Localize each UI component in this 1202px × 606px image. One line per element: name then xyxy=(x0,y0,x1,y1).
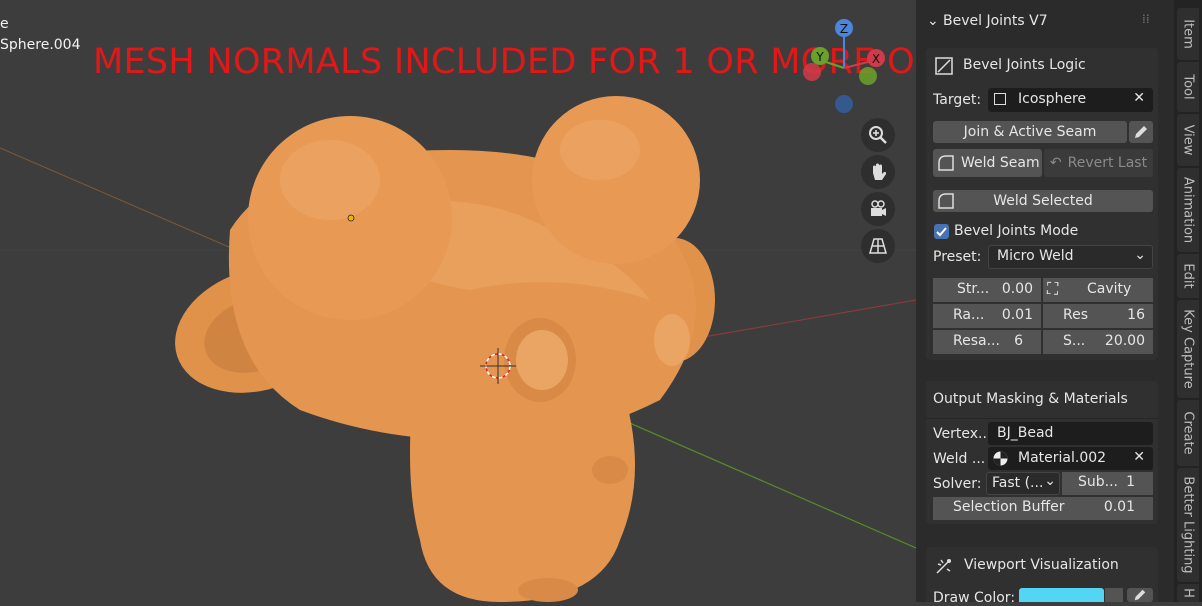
cavity-icon: ⛶ xyxy=(1047,279,1059,298)
selection-buffer-value: 0.01 xyxy=(1103,499,1135,515)
clear-target-icon[interactable]: ✕ xyxy=(1133,90,1145,106)
tab-item[interactable]: Item xyxy=(1177,8,1199,60)
origin-point xyxy=(347,214,355,222)
collapse-chevron-icon[interactable]: ⌄ xyxy=(927,13,939,29)
vertex-group-field[interactable]: BJ_Bead xyxy=(988,422,1153,445)
weld-selected-label: Weld Selected xyxy=(993,193,1093,209)
tab-animation[interactable]: Animation xyxy=(1177,168,1199,252)
target-field[interactable]: Icosphere ✕ xyxy=(988,88,1153,112)
dropdown-chevron-icon: ⌄ xyxy=(1134,247,1146,263)
warning-overlay-text: MESH NORMALS INCLUDED FOR 1 OR MORE OBJE… xyxy=(93,42,916,82)
visualization-icon xyxy=(934,556,954,580)
weld-material-value: Material.002 xyxy=(1018,450,1107,466)
preset-label: Preset: xyxy=(933,249,982,265)
zoom-icon[interactable] xyxy=(861,118,895,152)
join-active-seam-button[interactable]: Join & Active Seam xyxy=(933,121,1127,143)
panel-title-bevel-joints[interactable]: Bevel Joints V7 xyxy=(943,13,1048,29)
cavity-toggle[interactable]: ⛶ Cavity xyxy=(1043,278,1153,302)
hand-pan-icon[interactable] xyxy=(861,155,895,189)
tab-view[interactable]: View xyxy=(1177,114,1199,166)
strength-field[interactable]: Str... 0.00 xyxy=(933,278,1041,302)
tab-key-capture[interactable]: Key Capture xyxy=(1177,300,1199,398)
eyedropper-icon[interactable] xyxy=(1127,588,1153,602)
revert-last-label: Revert Last xyxy=(1067,155,1148,171)
solver-dropdown[interactable]: Fast (... ⌄ xyxy=(986,472,1060,495)
undo-icon: ↶ xyxy=(1049,155,1062,171)
material-icon xyxy=(993,451,1008,466)
param-value: 6 xyxy=(1014,333,1023,349)
mesh-object-icon xyxy=(994,93,1006,105)
y-axis-line xyxy=(599,409,916,549)
weld-seam-icon xyxy=(938,155,954,171)
selection-buffer-field[interactable]: Selection Buffer 0.01 xyxy=(933,497,1153,520)
bevel-joints-mode-checkbox[interactable] xyxy=(934,224,949,239)
object-mode-label: e xyxy=(0,16,9,32)
tab-better-lighting[interactable]: Better Lighting xyxy=(1177,468,1199,582)
cavity-label: Cavity xyxy=(1087,281,1132,297)
weld-seam-button[interactable]: Weld Seam xyxy=(933,149,1042,177)
weld-seam-label: Weld Seam xyxy=(961,155,1040,171)
s-value: 20.00 xyxy=(1104,333,1145,349)
panel-title-viewport-viz[interactable]: Viewport Visualization xyxy=(964,557,1119,573)
target-label: Target: xyxy=(933,92,982,108)
3d-viewport[interactable]: e Sphere.004 MESH NORMALS INCLUDED FOR 1… xyxy=(0,0,916,602)
gizmo-y-label: Y xyxy=(815,50,824,64)
weld-selected-button[interactable]: Weld Selected xyxy=(933,190,1153,212)
resample-field[interactable]: Resa... 6 xyxy=(933,330,1041,354)
active-object-label: Sphere.004 xyxy=(0,37,81,53)
grid-ortho-icon[interactable] xyxy=(861,229,895,263)
sidebar-tabs: Item Tool View Animation Edit Key Captur… xyxy=(1174,0,1202,602)
tab-edit[interactable]: Edit xyxy=(1177,254,1199,298)
sub-label: Sub... xyxy=(1078,474,1118,490)
selection-buffer-label: Selection Buffer xyxy=(953,499,1065,515)
camera-icon[interactable] xyxy=(861,192,895,226)
revert-last-button[interactable]: ↶ Revert Last xyxy=(1044,149,1153,177)
solver-chevron-icon: ⌄ xyxy=(1044,473,1056,489)
param-value: 0.00 xyxy=(1001,281,1033,297)
solver-label: Solver: xyxy=(933,476,982,492)
clear-material-icon[interactable]: ✕ xyxy=(1133,449,1145,465)
tab-h[interactable]: H xyxy=(1177,584,1199,602)
radius-field[interactable]: Ra... 0.01 xyxy=(933,304,1041,328)
param-value: 0.01 xyxy=(1001,307,1033,323)
res-field[interactable]: Res 16 xyxy=(1043,304,1153,328)
target-value: Icosphere xyxy=(1018,91,1087,107)
subdivision-field[interactable]: Sub... 1 xyxy=(1062,472,1153,495)
scene-canvas[interactable] xyxy=(0,0,916,602)
pencil-icon[interactable] xyxy=(1129,121,1153,143)
draw-color-label: Draw Color: xyxy=(933,590,1016,606)
panel-title-output-masking[interactable]: Output Masking & Materials xyxy=(933,391,1128,407)
navigation-gizmo[interactable]: Z Y X xyxy=(800,10,900,120)
gizmo-z-label: Z xyxy=(840,22,848,36)
param-label: Str... xyxy=(957,281,990,297)
param-label: Resa... xyxy=(953,333,1000,349)
preset-value: Micro Weld xyxy=(997,248,1074,264)
s-field[interactable]: S... 20.00 xyxy=(1043,330,1153,354)
weld-material-label: Weld ... xyxy=(933,451,986,467)
preset-dropdown[interactable]: Micro Weld ⌄ xyxy=(988,245,1153,269)
suzanne-mesh xyxy=(175,96,715,602)
solver-value: Fast (... xyxy=(992,475,1044,491)
param-label: Ra... xyxy=(953,307,985,323)
draw-color-swatch[interactable] xyxy=(1019,588,1104,602)
vertex-group-value: BJ_Bead xyxy=(997,425,1054,441)
bevel-joints-mode-label: Bevel Joints Mode xyxy=(954,223,1079,239)
sub-value: 1 xyxy=(1126,474,1135,490)
res-label: Res xyxy=(1063,307,1089,323)
s-label: S... xyxy=(1063,333,1086,349)
tab-tool[interactable]: Tool xyxy=(1177,62,1199,112)
weld-material-field[interactable]: Material.002 ✕ xyxy=(988,447,1153,470)
logic-box-icon xyxy=(934,56,954,80)
vertex-group-label: Vertex... xyxy=(933,426,992,442)
subheader-logic: Bevel Joints Logic xyxy=(963,57,1086,73)
gizmo-x-label: X xyxy=(872,52,880,66)
weld-selected-icon xyxy=(938,193,954,209)
color-eyedropper-toggle[interactable] xyxy=(1105,588,1123,602)
drag-handle-icon[interactable]: ⁞⁞ xyxy=(1142,12,1150,26)
res-value: 16 xyxy=(1127,307,1145,323)
tab-create[interactable]: Create xyxy=(1177,400,1199,466)
